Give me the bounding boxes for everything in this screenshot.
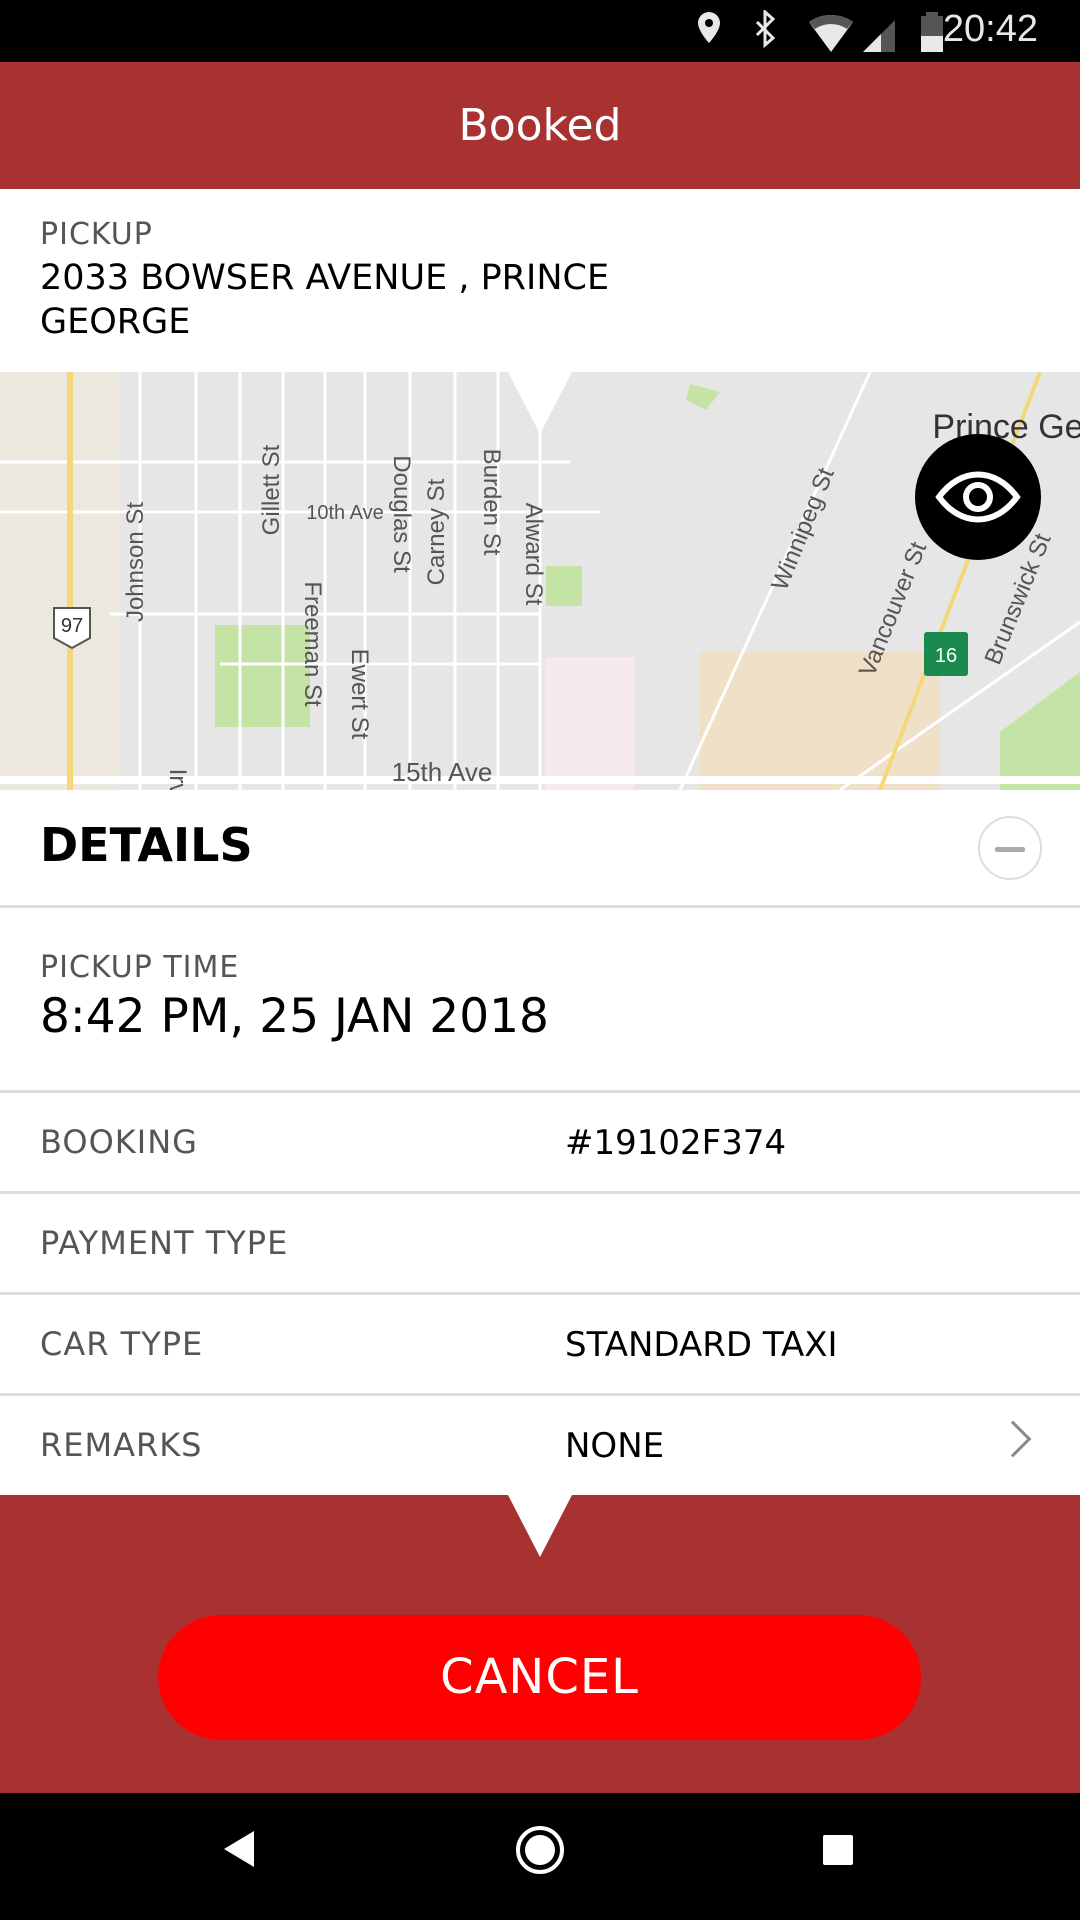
map[interactable]: Prince Ge Johnson St Gillett St 10th Ave… [0,372,1080,790]
row-value: #19102F374 [565,1123,787,1163]
pickup-section: PICKUP 2033 BOWSER AVENUE , PRINCE GEORG… [0,189,1080,372]
map-label: Freeman St [299,581,326,707]
row-label: CAR TYPE [40,1325,204,1363]
remarks-row[interactable]: REMARKS NONE [0,1396,1080,1495]
map-label: Gillett St [258,444,285,535]
location-icon [698,12,720,43]
highway-97-shield: 97 [53,607,91,650]
chevron-right-icon [994,1420,1032,1458]
details-header[interactable]: DETAILS [0,790,1080,908]
row-label: BOOKING [40,1123,198,1161]
pickup-time-label: PICKUP TIME [40,950,240,985]
eye-icon [935,471,1021,523]
back-icon[interactable] [222,1829,258,1869]
map-label: 10th Ave [306,502,383,524]
pickup-address: 2033 BOWSER AVENUE , PRINCE GEORGE [40,258,610,342]
details-title: DETAILS [40,818,253,872]
bluetooth-icon [755,10,776,49]
payment-type-row: PAYMENT TYPE [0,1194,1080,1295]
map-label: Winnipeg St [766,464,840,594]
pickup-time-section: PICKUP TIME 8:42 PM, 25 JAN 2018 [0,908,1080,1093]
car-type-row: CAR TYPE STANDARD TAXI [0,1295,1080,1396]
booking-row: BOOKING #19102F374 [0,1093,1080,1194]
highway-16-shield: 16 [924,632,968,676]
clock: 20:42 [942,8,1038,50]
row-value: NONE [565,1426,665,1466]
map-label: Ewert St [346,649,373,740]
signal-icon [863,20,895,52]
map-label: 15th Ave [392,757,493,787]
svg-text:16: 16 [935,645,957,667]
pin-notch [508,372,572,434]
map-label: Johnson St [122,502,149,622]
status-bar: 20:42 [0,0,1080,62]
recents-icon[interactable] [822,1834,854,1866]
page-title: Booked [0,62,1080,189]
wifi-icon [809,14,853,53]
home-icon[interactable] [514,1824,566,1876]
pickup-label: PICKUP [40,217,153,252]
map-label: Alward St [520,503,547,606]
battery-icon [921,12,943,52]
map-label: Douglas St [388,455,415,573]
row-label: PAYMENT TYPE [40,1224,289,1262]
view-toggle-button[interactable] [915,434,1041,560]
map-label: Irv [164,769,191,790]
map-label: Carney St [423,478,450,585]
cancel-button[interactable]: CANCEL [158,1615,921,1740]
notch-decoration [508,1495,572,1557]
pickup-time-value: 8:42 PM, 25 JAN 2018 [40,989,549,1044]
navigation-bar [0,1793,1080,1920]
svg-text:97: 97 [61,615,83,637]
row-value: STANDARD TAXI [565,1325,838,1365]
row-label: REMARKS [40,1426,203,1464]
collapse-minus-icon[interactable] [978,816,1042,880]
map-label: Burden St [478,449,505,556]
